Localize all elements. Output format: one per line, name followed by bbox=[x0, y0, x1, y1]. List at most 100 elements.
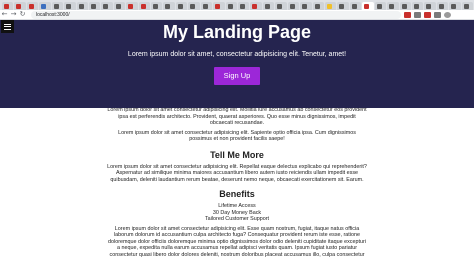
tab-favicon-icon bbox=[153, 3, 159, 9]
tab-favicon-icon bbox=[78, 3, 84, 9]
tab-favicon-icon bbox=[28, 3, 34, 9]
browser-tab[interactable] bbox=[88, 2, 101, 10]
browser-tab[interactable] bbox=[312, 2, 324, 10]
browser-tab[interactable] bbox=[2, 2, 14, 10]
browser-tab[interactable] bbox=[138, 2, 151, 10]
browser-tab[interactable] bbox=[14, 2, 26, 10]
browser-tab[interactable] bbox=[449, 2, 461, 10]
browser-tab[interactable] bbox=[163, 2, 175, 10]
tab-bar bbox=[0, 0, 474, 10]
tab-favicon-icon bbox=[339, 3, 345, 9]
browser-tab[interactable] bbox=[387, 2, 399, 10]
hero-section: My Landing Page Lorem ipsum dolor sit am… bbox=[0, 20, 474, 108]
browser-tab[interactable] bbox=[76, 2, 88, 10]
tab-favicon-icon bbox=[438, 3, 444, 9]
browser-tab[interactable] bbox=[175, 2, 188, 10]
tab-favicon-icon bbox=[140, 3, 146, 9]
closing-paragraph: Lorem ipsum dolor sit amet consectetur a… bbox=[108, 225, 366, 258]
tab-favicon-icon bbox=[227, 3, 233, 9]
benefits-list: Lifetime Access 30 Day Money Back Tailor… bbox=[0, 203, 474, 223]
tab-favicon-icon bbox=[364, 3, 370, 9]
tab-favicon-icon bbox=[314, 3, 320, 9]
tab-favicon-icon bbox=[53, 3, 59, 9]
tab-favicon-icon bbox=[177, 3, 183, 9]
tab-favicon-icon bbox=[202, 3, 208, 9]
tab-favicon-icon bbox=[413, 3, 419, 9]
tab-favicon-icon bbox=[190, 3, 196, 9]
browser-tab[interactable] bbox=[399, 2, 411, 10]
tab-favicon-icon bbox=[115, 3, 121, 9]
extension-icon[interactable] bbox=[404, 11, 411, 18]
url-input[interactable]: localhost:3000/ bbox=[31, 10, 401, 19]
browser-tab[interactable] bbox=[200, 2, 213, 10]
browser-tab[interactable] bbox=[64, 2, 76, 10]
browser-tab[interactable] bbox=[461, 2, 474, 10]
tab-favicon-icon bbox=[264, 3, 270, 9]
profile-avatar[interactable] bbox=[444, 11, 451, 18]
menu-icon[interactable] bbox=[1, 20, 14, 33]
tab-favicon-icon bbox=[326, 3, 332, 9]
reload-icon[interactable]: ↻ bbox=[18, 10, 27, 19]
hero-subtitle: Lorem ipsum dolor sit amet, consectetur … bbox=[127, 51, 347, 58]
browser-tab[interactable] bbox=[337, 2, 349, 10]
tab-favicon-icon bbox=[451, 3, 457, 9]
tell-me-more-heading: Tell Me More bbox=[210, 149, 264, 160]
tab-favicon-icon bbox=[66, 3, 72, 9]
tab-favicon-icon bbox=[4, 3, 9, 9]
extension-icon[interactable] bbox=[434, 11, 441, 18]
browser-tab[interactable] bbox=[349, 2, 362, 10]
tab-favicon-icon bbox=[389, 3, 395, 9]
browser-tab[interactable] bbox=[101, 2, 113, 10]
browser-tab[interactable] bbox=[51, 2, 64, 10]
browser-tab[interactable] bbox=[250, 2, 262, 10]
browser-tab[interactable] bbox=[324, 2, 337, 10]
browser-tab[interactable] bbox=[300, 2, 312, 10]
browser-tab[interactable] bbox=[362, 2, 374, 10]
extension-icon[interactable] bbox=[414, 11, 421, 18]
tab-favicon-icon bbox=[90, 3, 96, 9]
intro-paragraph: Lorem ipsum dolor sit amet consectetur a… bbox=[107, 107, 367, 126]
tab-favicon-icon bbox=[240, 3, 246, 9]
address-bar: ← → ↻ localhost:3000/ bbox=[0, 10, 474, 20]
browser-tab[interactable] bbox=[113, 2, 126, 10]
tab-favicon-icon bbox=[41, 3, 47, 9]
forward-icon[interactable]: → bbox=[9, 10, 18, 19]
tab-favicon-icon bbox=[351, 3, 357, 9]
browser-tab[interactable] bbox=[26, 2, 39, 10]
tab-favicon-icon bbox=[103, 3, 109, 9]
browser-tab[interactable] bbox=[213, 2, 225, 10]
tab-favicon-icon bbox=[277, 3, 283, 9]
back-icon[interactable]: ← bbox=[0, 10, 9, 19]
tab-favicon-icon bbox=[302, 3, 308, 9]
benefits-heading: Benefits bbox=[219, 189, 255, 199]
tab-favicon-icon bbox=[376, 3, 382, 9]
browser-tab[interactable] bbox=[424, 2, 436, 10]
tab-favicon-icon bbox=[252, 3, 258, 9]
browser-tab[interactable] bbox=[225, 2, 238, 10]
tab-favicon-icon bbox=[426, 3, 432, 9]
list-item: Tailored Customer Support bbox=[204, 216, 270, 222]
page-title: My Landing Page bbox=[162, 22, 312, 42]
tab-favicon-icon bbox=[215, 3, 221, 9]
tab-favicon-icon bbox=[463, 3, 469, 9]
browser-tab[interactable] bbox=[411, 2, 424, 10]
browser-tab[interactable] bbox=[39, 2, 51, 10]
browser-tab[interactable] bbox=[126, 2, 138, 10]
tell-me-more-paragraph: Lorem ipsum dolor sit amet consectetur a… bbox=[107, 163, 367, 183]
tab-favicon-icon bbox=[401, 3, 407, 9]
browser-tab[interactable] bbox=[188, 2, 200, 10]
sign-up-button[interactable]: Sign Up bbox=[213, 67, 261, 85]
page-viewport: My Landing Page Lorem ipsum dolor sit am… bbox=[0, 20, 474, 266]
main-content: Lorem ipsum dolor sit amet consectetur a… bbox=[0, 107, 474, 258]
browser-tab[interactable] bbox=[436, 2, 449, 10]
browser-tab[interactable] bbox=[374, 2, 387, 10]
browser-tab[interactable] bbox=[238, 2, 250, 10]
tab-favicon-icon bbox=[128, 3, 134, 9]
tab-favicon-icon bbox=[16, 3, 22, 9]
browser-tab[interactable] bbox=[151, 2, 163, 10]
browser-tab[interactable] bbox=[287, 2, 300, 10]
browser-tab[interactable] bbox=[275, 2, 287, 10]
browser-tab[interactable] bbox=[262, 2, 275, 10]
extension-icon[interactable] bbox=[424, 11, 431, 18]
second-paragraph: Lorem ipsum dolor sit amet consectetur a… bbox=[118, 129, 356, 143]
